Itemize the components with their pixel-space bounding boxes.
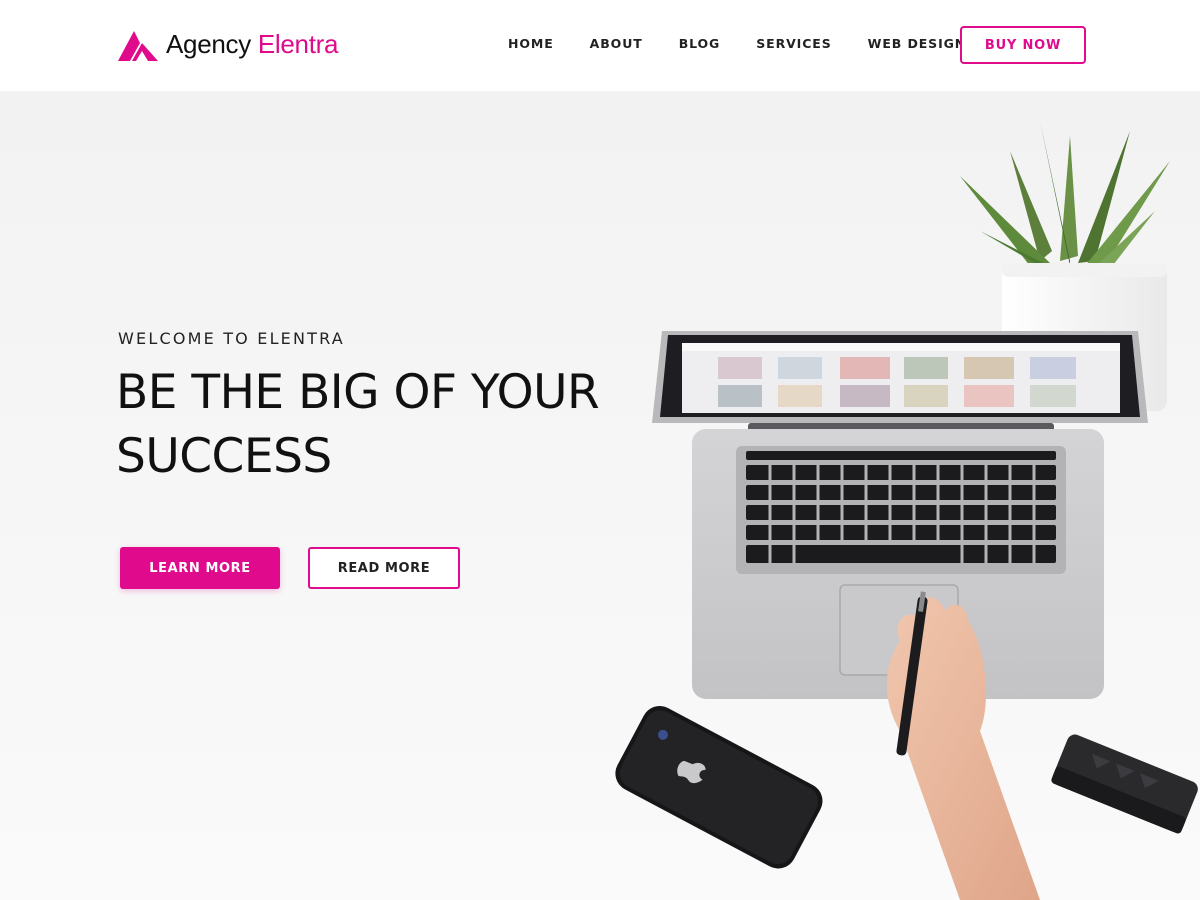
logo[interactable]: Agency Elentra: [118, 26, 338, 62]
hero-title-line2: SUCCESS: [116, 429, 332, 484]
hero-title-line1: BE THE BIG OF YOUR: [116, 365, 600, 420]
nav-item-blog[interactable]: BLOG: [679, 36, 721, 51]
phone-image: [615, 706, 823, 869]
nav-item-about[interactable]: ABOUT: [590, 36, 643, 51]
nav-item-web-design[interactable]: WEB DESIGN: [868, 36, 967, 51]
hero-eyebrow: WELCOME TO ELENTRA: [118, 329, 345, 348]
site-header: Agency Elentra HOME ABOUT BLOG SERVICES …: [0, 0, 1200, 91]
speaker-image: [1051, 734, 1198, 834]
hero-title: BE THE BIG OF YOUR SUCCESS: [116, 361, 636, 489]
hero-image: [615, 121, 1198, 900]
learn-more-button[interactable]: LEARN MORE: [120, 547, 280, 589]
logo-text: Agency Elentra: [166, 28, 339, 59]
logo-text-accent: Elentra: [257, 28, 339, 59]
nav-item-services[interactable]: SERVICES: [756, 36, 831, 51]
hero-section: WELCOME TO ELENTRA BE THE BIG OF YOUR SU…: [0, 91, 1200, 900]
nav-item-home[interactable]: HOME: [508, 36, 554, 51]
read-more-button[interactable]: READ MORE: [308, 547, 460, 589]
buy-now-button[interactable]: BUY NOW: [960, 26, 1086, 64]
brand-a-icon: [118, 31, 158, 61]
main-nav: HOME ABOUT BLOG SERVICES WEB DESIGN: [508, 36, 966, 51]
